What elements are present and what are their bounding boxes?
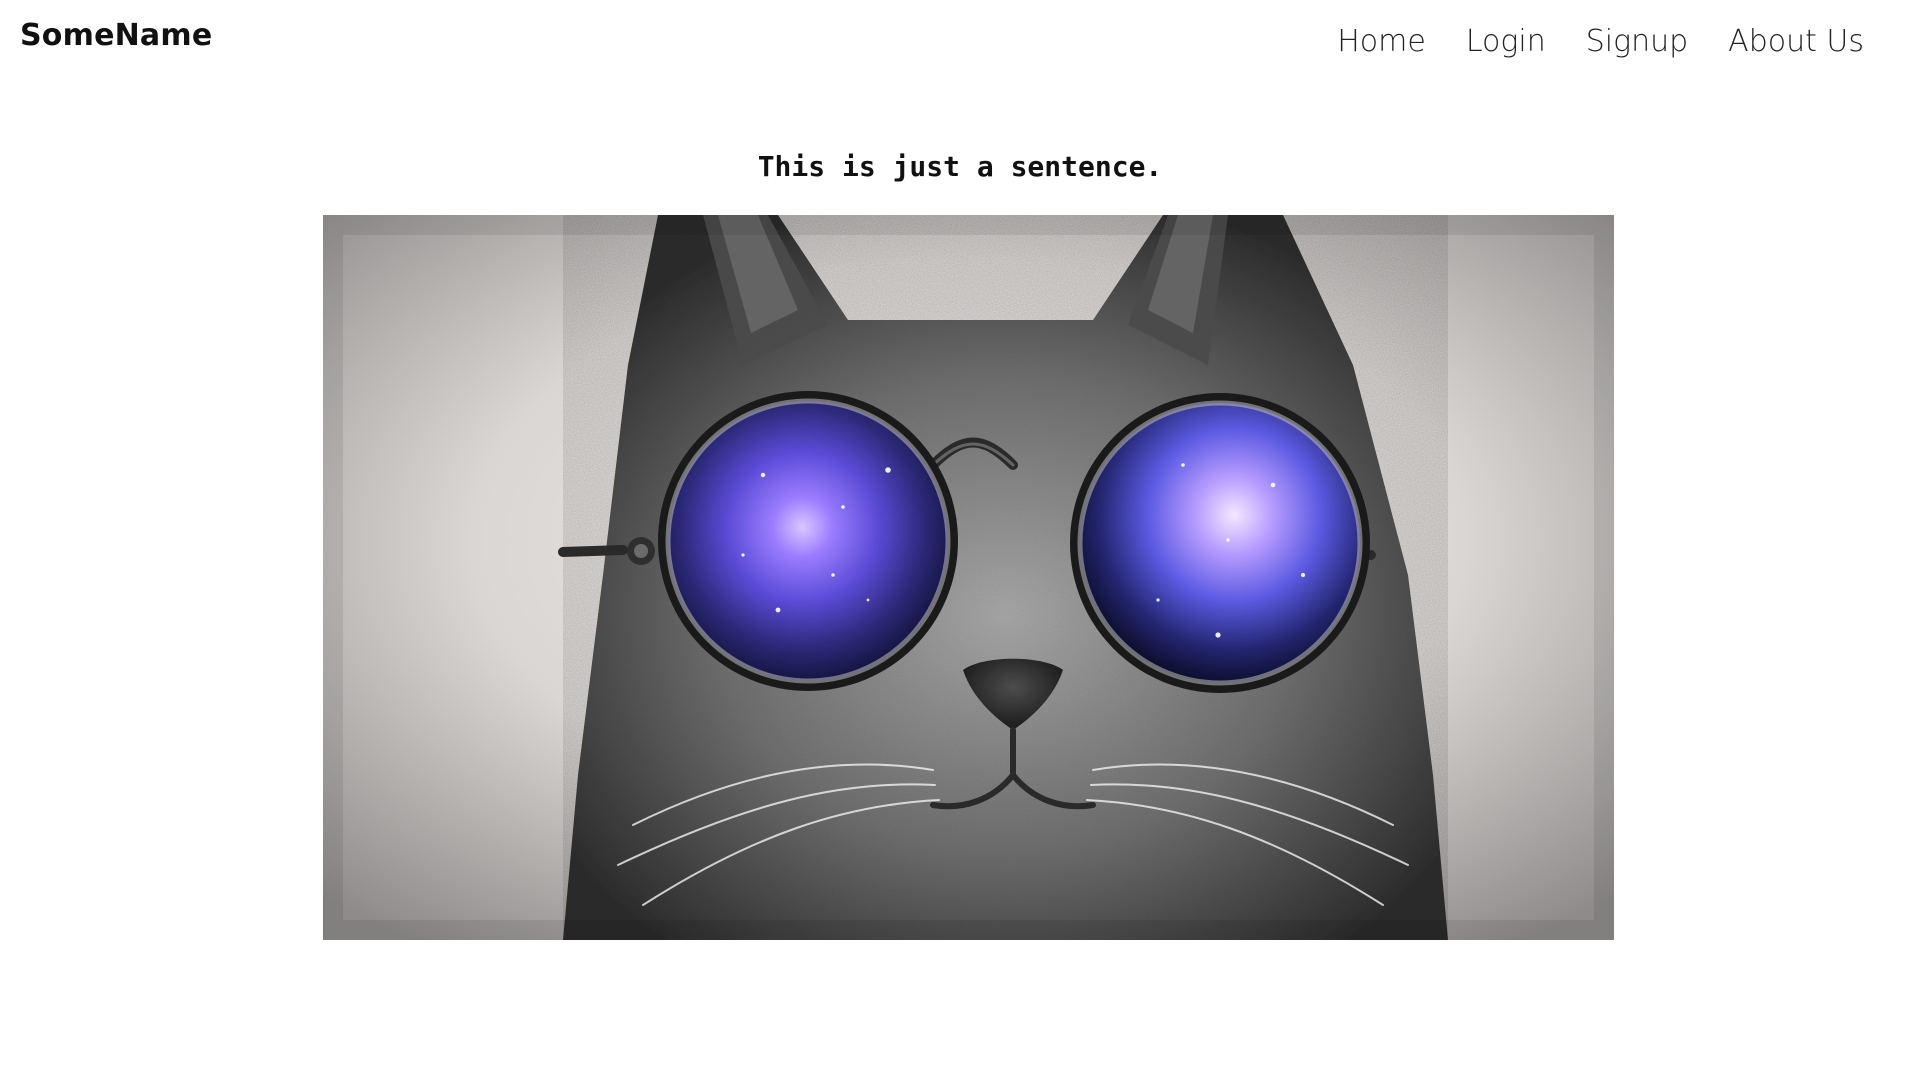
hero-image [323, 215, 1614, 940]
main-nav: Home Login Signup About Us [1337, 20, 1864, 64]
intro-sentence: This is just a sentence. [757, 150, 1163, 183]
page: SomeName Home Login Signup About Us This… [0, 0, 1920, 1079]
nav-login-link[interactable]: Login [1466, 20, 1546, 64]
cat-with-galaxy-sunglasses-image [323, 215, 1614, 940]
top-navbar: SomeName Home Login Signup About Us [0, 0, 1920, 90]
nav-home-link[interactable]: Home [1337, 20, 1426, 64]
nav-signup-link[interactable]: Signup [1586, 20, 1688, 64]
brand-logo-link[interactable]: SomeName [20, 18, 212, 53]
nav-about-us-link[interactable]: About Us [1728, 20, 1864, 64]
